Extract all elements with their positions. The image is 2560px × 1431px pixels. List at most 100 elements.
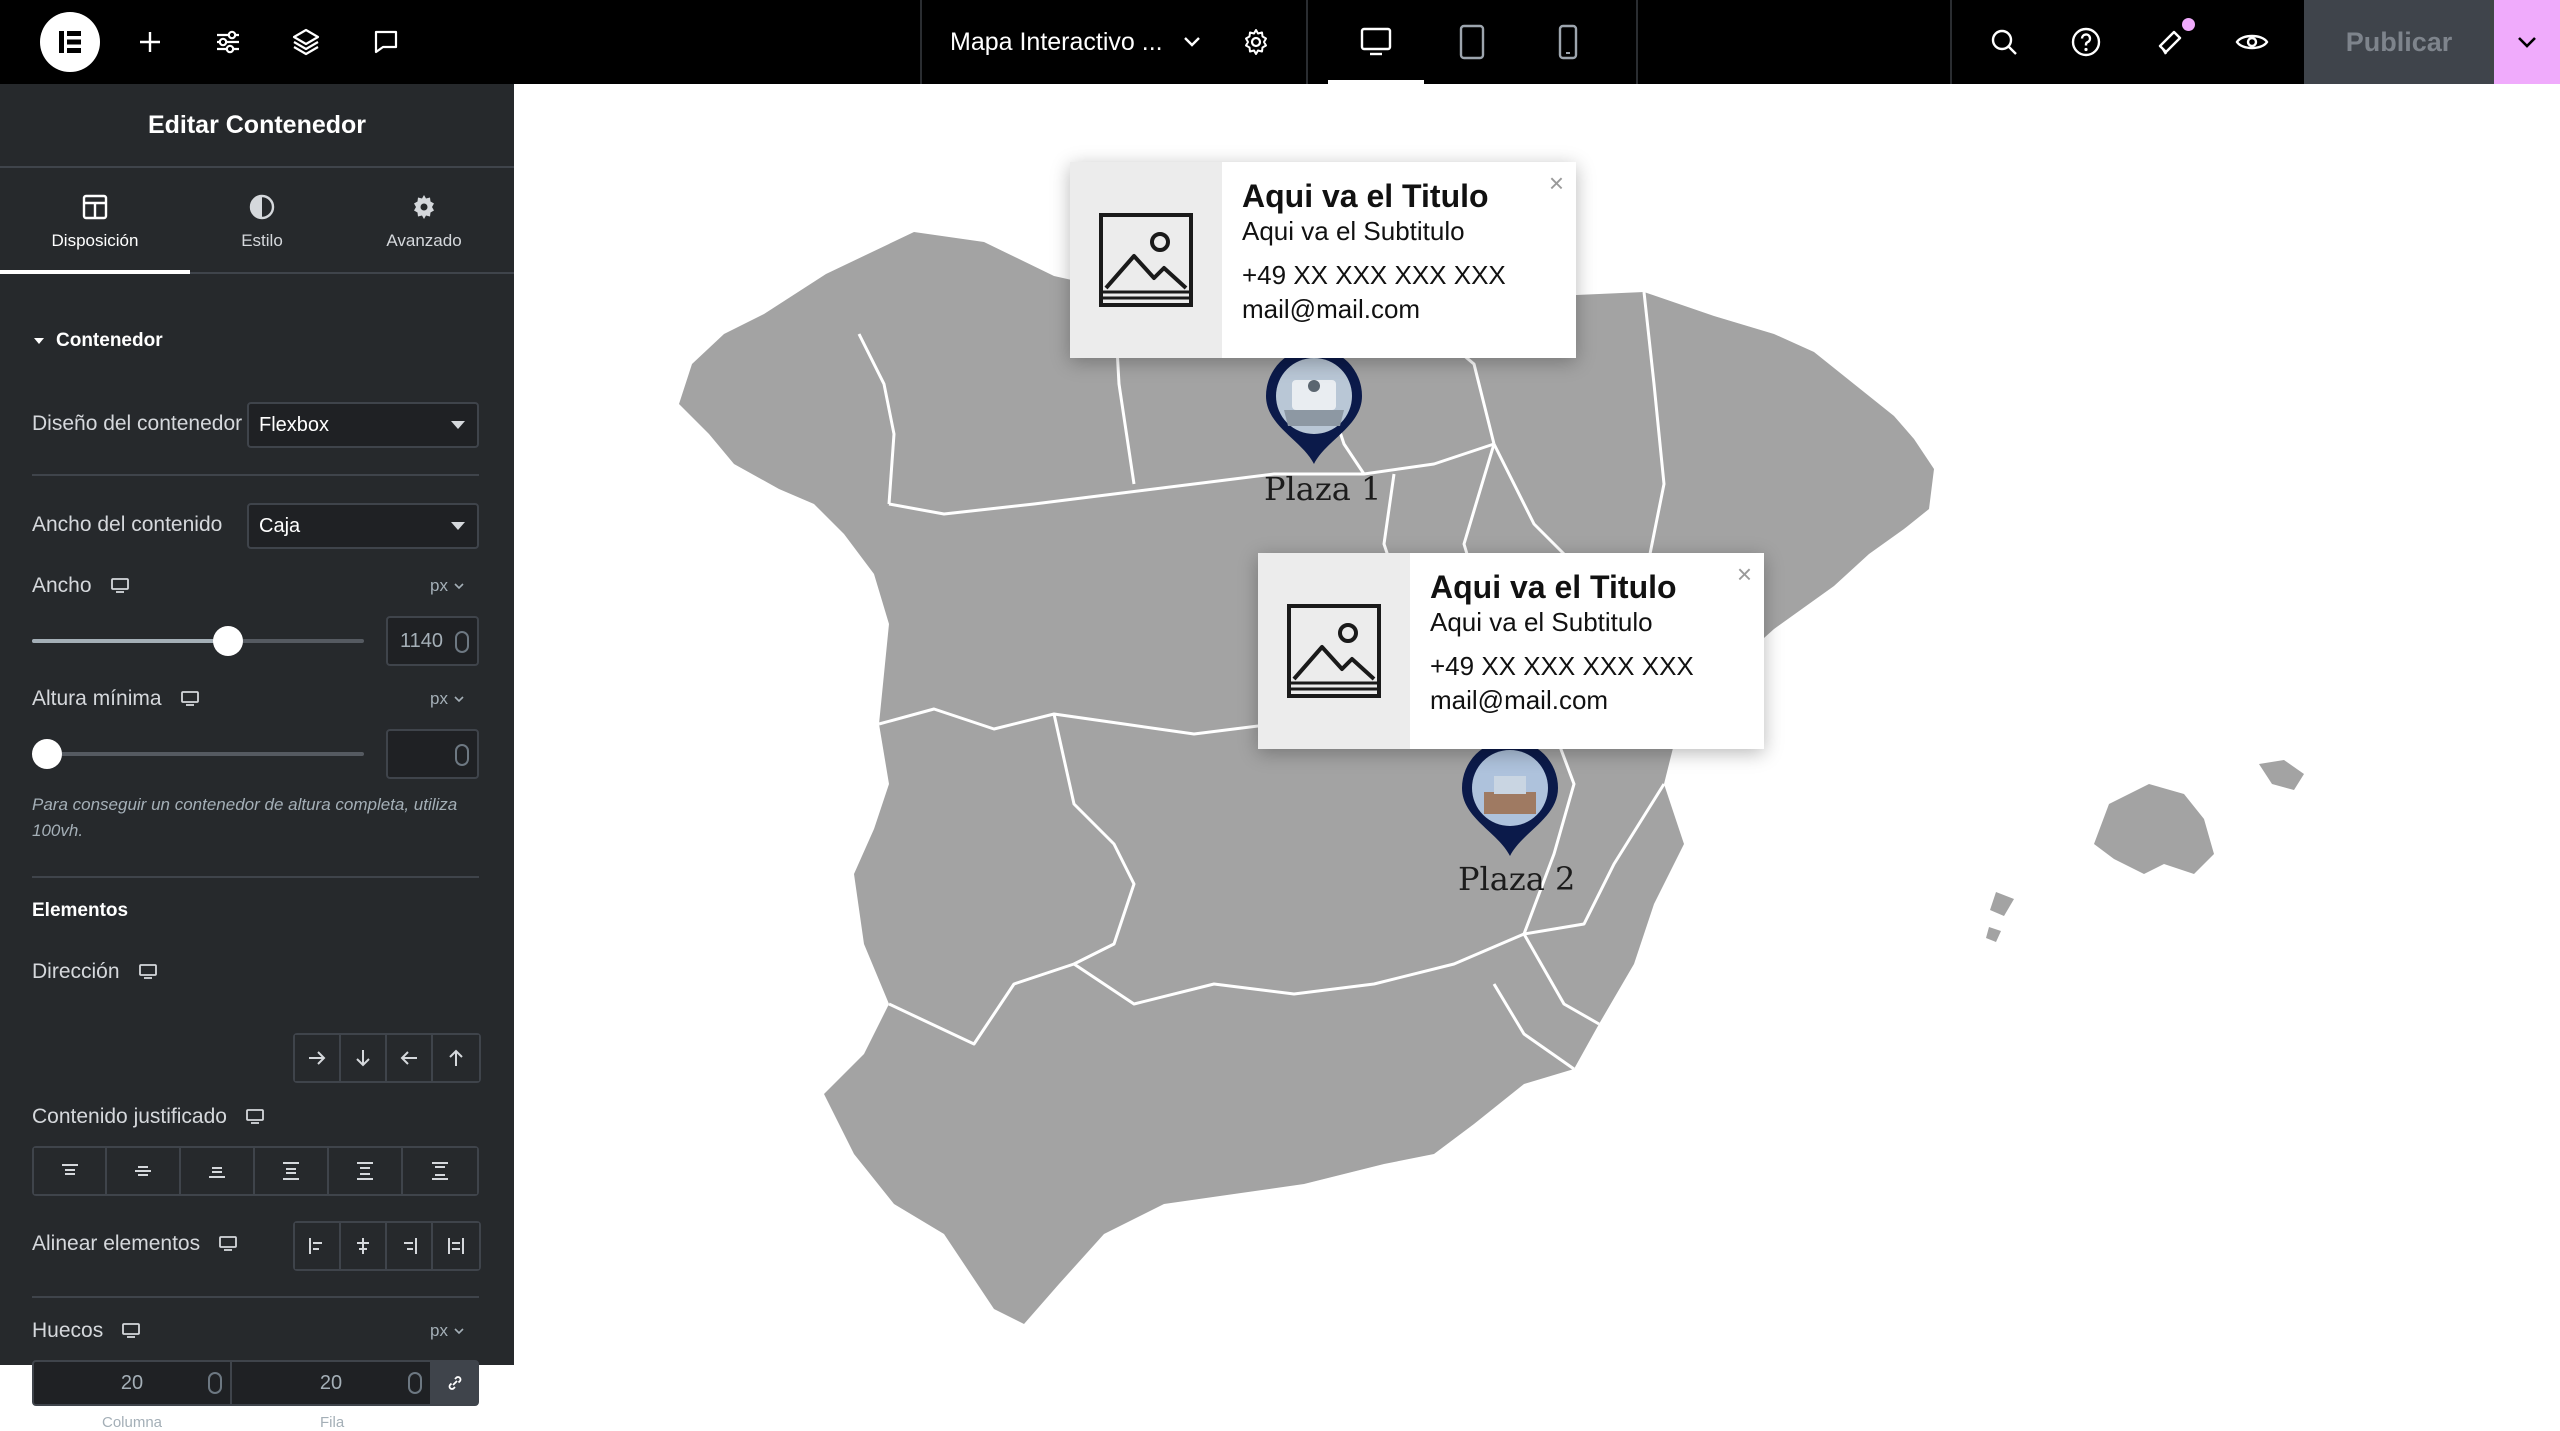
eye-icon [2235,34,2269,50]
container-layout-label: Diseño del contenedor [32,412,243,435]
structure-button[interactable] [284,0,328,84]
editor-canvas[interactable]: Plaza 1 Plaza 2 Aqui va el Titulo Aqui v… [514,84,2560,1365]
separator [1636,0,1638,84]
device-tablet-button[interactable] [1424,0,1520,84]
comments-button[interactable] [364,0,408,84]
container-layout-value: Flexbox [259,413,330,436]
whats-new-button[interactable] [2148,0,2192,84]
publish-options-button[interactable] [2494,0,2560,84]
page-settings-button[interactable] [1234,0,1278,84]
tab-style[interactable]: Estilo [190,170,334,274]
card-subtitle: Aqui va el Subtitulo [1242,216,1465,246]
tab-advanced[interactable]: Avanzado [334,170,514,274]
divider [32,876,479,878]
content-width-select[interactable]: Caja [247,503,479,549]
width-slider[interactable] [32,626,364,656]
caret-down-icon [451,522,465,530]
justify-center-button[interactable] [107,1148,181,1194]
number-spinner-icon[interactable] [208,1372,222,1394]
elementor-logo[interactable] [40,12,100,72]
active-tab-indicator [0,270,190,274]
help-button[interactable] [2064,0,2108,84]
justify-start-button[interactable] [34,1148,107,1194]
min-height-slider[interactable] [32,739,364,769]
responsive-desktop-icon[interactable] [138,963,158,981]
gap-row-caption: Fila [320,1414,345,1431]
responsive-desktop-icon[interactable] [180,690,200,708]
align-stretch-button[interactable] [433,1223,479,1269]
gap-row-input[interactable]: 20 [230,1360,432,1406]
image-placeholder-icon [1287,604,1381,698]
preview-button[interactable] [2230,0,2274,84]
device-desktop-button[interactable] [1328,0,1424,84]
justify-space-between-icon [283,1162,299,1180]
responsive-desktop-icon[interactable] [218,1235,238,1253]
align-items-button-group [293,1221,481,1271]
card-title: Aqui va el Titulo [1242,178,1489,214]
layout-icon [82,194,108,220]
chevron-down-icon [2518,37,2536,48]
plus-icon [140,32,160,52]
align-end-button[interactable] [387,1223,433,1269]
direction-column-button[interactable] [341,1035,387,1081]
justify-space-evenly-button[interactable] [403,1148,477,1194]
document-title[interactable]: Mapa Interactivo ... [950,0,1203,84]
justify-start-icon [61,1164,78,1175]
align-center-button[interactable] [341,1223,387,1269]
justify-content-button-group [32,1146,479,1196]
section-container-header[interactable]: Contenedor [32,330,163,352]
section-elements-header: Elementos [32,900,128,922]
number-spinner-icon[interactable] [455,744,469,766]
arrow-up-icon [449,1049,463,1066]
number-spinner-icon[interactable] [455,631,469,653]
site-settings-button[interactable] [206,0,250,84]
container-layout-select[interactable]: Flexbox [247,402,479,448]
responsive-desktop-icon[interactable] [110,577,130,595]
device-mobile-button[interactable] [1520,0,1616,84]
map-pin-plaza-1[interactable] [1264,348,1364,466]
gap-column-input[interactable]: 20 [32,1360,232,1406]
width-input[interactable]: 1140 [386,616,479,666]
width-slider-handle[interactable] [213,626,244,656]
gap-link-button[interactable] [430,1360,479,1406]
arrow-right-icon [309,1051,326,1065]
align-start-button[interactable] [295,1223,341,1269]
tab-layout[interactable]: Disposición [0,170,190,274]
width-unit-select[interactable]: px [430,576,464,596]
panel-title: Editar Contenedor [0,84,514,168]
card-email: mail@mail.com [1242,294,1421,324]
direction-column-reverse-button[interactable] [433,1035,479,1081]
direction-row-reverse-button[interactable] [387,1035,433,1081]
document-title-text: Mapa Interactivo ... [950,27,1163,56]
min-height-input[interactable] [386,729,479,779]
link-icon [448,1376,461,1390]
align-start-icon [309,1238,322,1254]
min-height-label: Altura mínima [32,687,200,711]
justify-end-button[interactable] [181,1148,255,1194]
justify-space-between-button[interactable] [255,1148,329,1194]
publish-button[interactable]: Publicar [2304,0,2494,84]
min-height-slider-handle[interactable] [32,739,62,769]
add-element-button[interactable] [128,0,172,84]
close-icon[interactable]: × [1737,561,1752,587]
divider [32,1296,479,1298]
direction-row-button[interactable] [295,1035,341,1081]
gaps-unit-select[interactable]: px [430,1321,464,1341]
close-icon[interactable]: × [1549,170,1564,196]
search-button[interactable] [1982,0,2026,84]
info-card: Aqui va el Titulo Aqui va el Subtitulo +… [1070,162,1576,358]
tab-style-label: Estilo [241,231,283,250]
responsive-desktop-icon[interactable] [245,1108,265,1126]
pin-label-plaza-1: Plaza 1 [1264,470,1382,508]
chevron-down-icon [454,1328,464,1335]
justify-space-around-button[interactable] [329,1148,403,1194]
number-spinner-icon[interactable] [408,1372,422,1394]
panel-tabs: Disposición Estilo Avanzado [0,170,514,274]
separator [1950,0,1952,84]
elementor-logo-icon [59,31,81,53]
min-height-unit-select[interactable]: px [430,689,464,709]
responsive-desktop-icon[interactable] [121,1322,141,1340]
desktop-icon [1360,27,1392,56]
gaps-label: Huecos [32,1319,141,1343]
map-pin-plaza-2[interactable] [1460,740,1560,858]
